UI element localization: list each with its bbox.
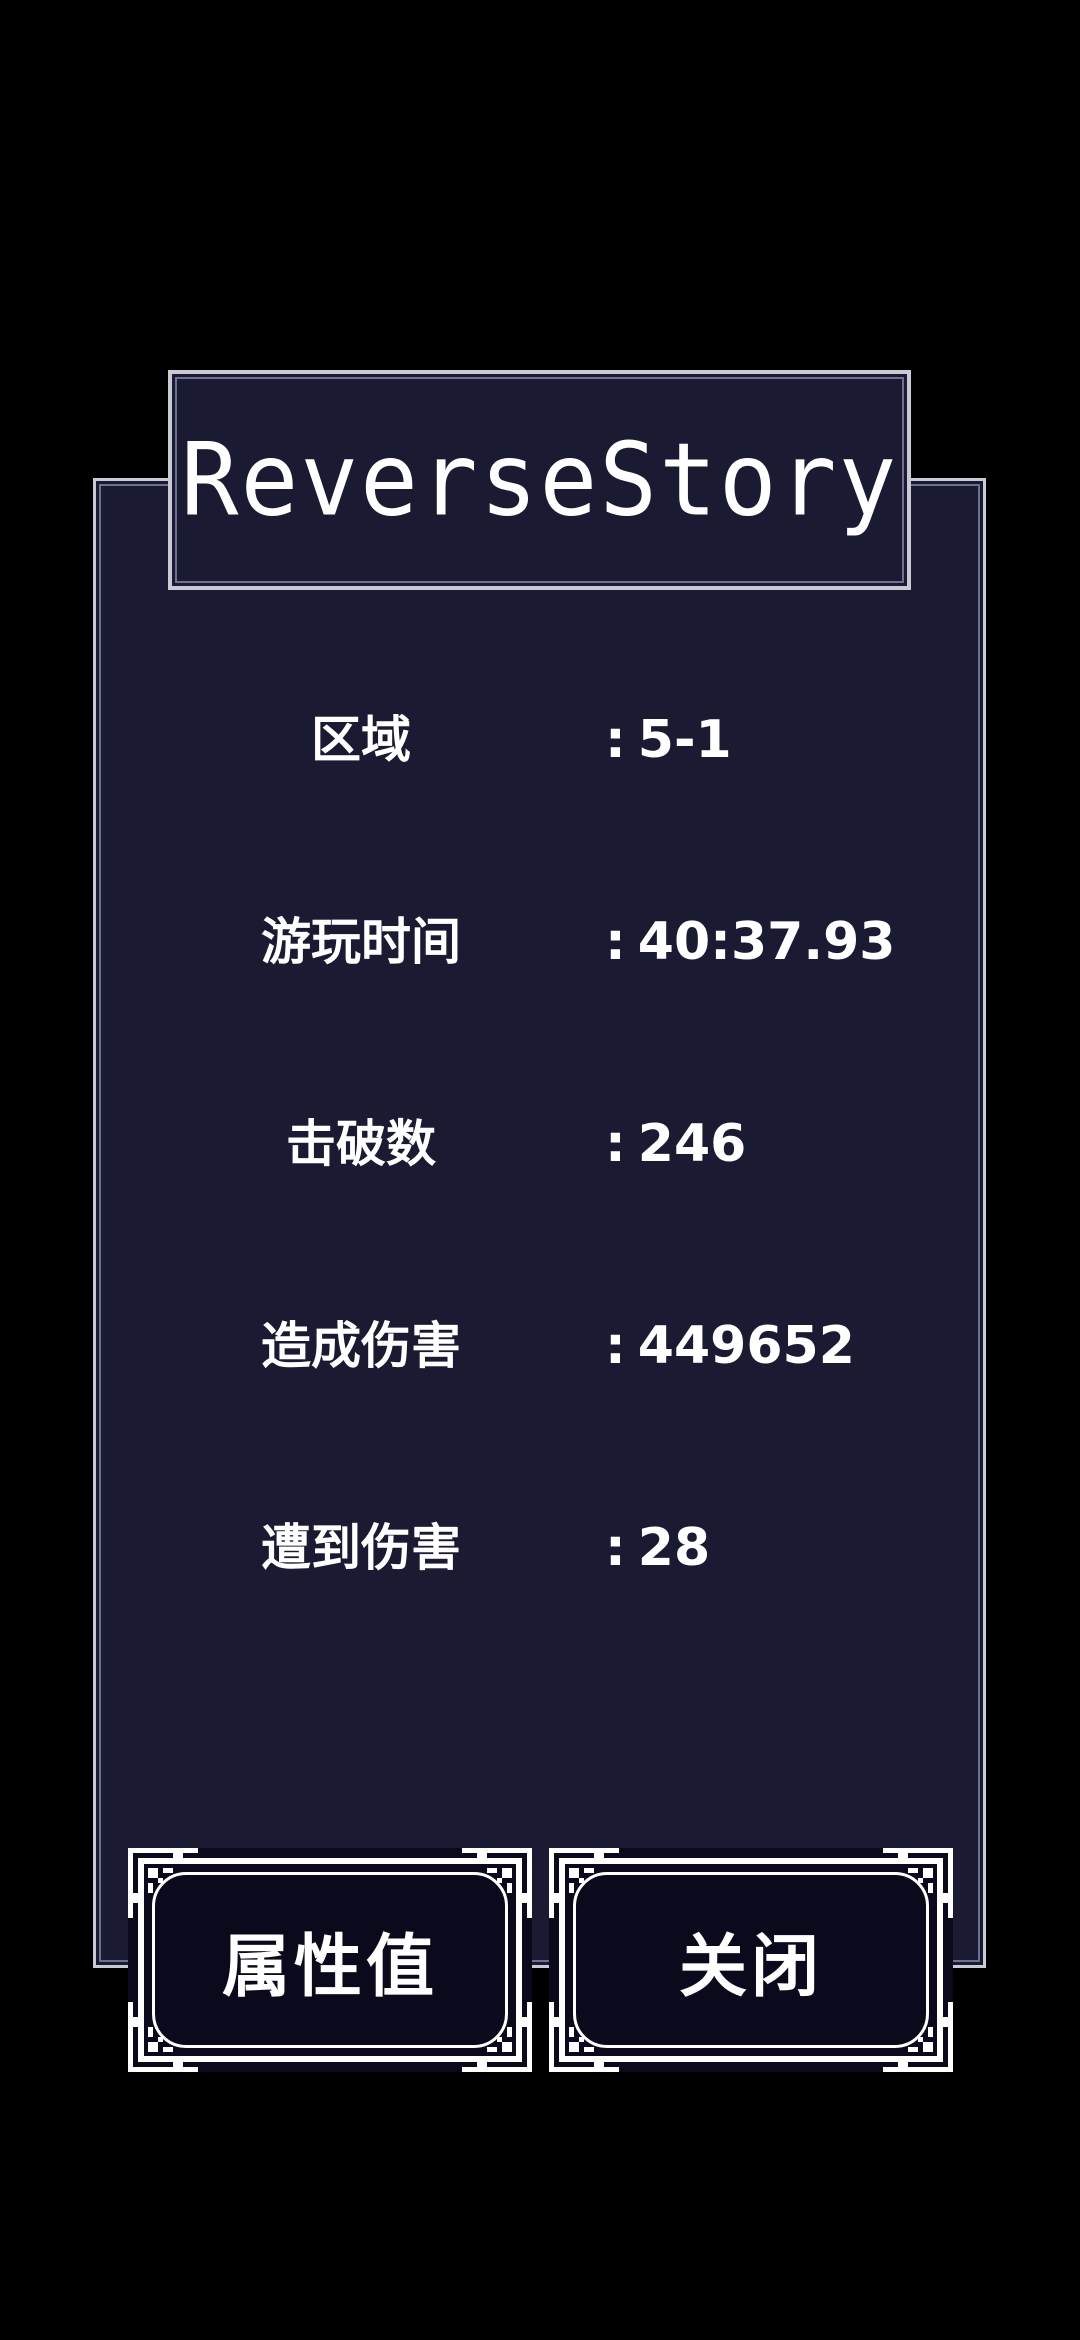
stat-row-playtime: 游玩时间 :40:37.93 <box>0 902 1080 982</box>
stat-row-area: 区域 :5-1 <box>0 700 1080 780</box>
stat-colon: : <box>605 912 626 972</box>
stat-colon: : <box>605 1518 626 1578</box>
stat-value-text: 28 <box>637 1518 711 1578</box>
stat-value-text: 246 <box>637 1114 747 1174</box>
stat-label: 击破数 <box>286 1115 436 1173</box>
stat-value: :449652 <box>605 1306 855 1386</box>
stat-value: :28 <box>605 1508 710 1588</box>
stat-colon: : <box>605 710 626 770</box>
attributes-button[interactable]: 属性值 <box>128 1848 532 2072</box>
stat-label: 游玩时间 <box>261 913 461 971</box>
stat-colon: : <box>605 1316 626 1376</box>
game-title: ReverseStory <box>180 421 899 539</box>
attributes-button-label: 属性值 <box>221 1927 438 2007</box>
stat-value-text: 5-1 <box>637 710 732 770</box>
stat-label: 造成伤害 <box>261 1317 461 1375</box>
stat-value-text: 40:37.93 <box>637 912 896 972</box>
stat-label: 遭到伤害 <box>261 1519 461 1577</box>
stat-row-damage-taken: 遭到伤害 :28 <box>0 1508 1080 1588</box>
stat-value: :5-1 <box>605 700 732 780</box>
stat-label: 区域 <box>311 711 411 769</box>
stat-row-kills: 击破数 :246 <box>0 1104 1080 1184</box>
stat-row-damage-dealt: 造成伤害 :449652 <box>0 1306 1080 1386</box>
close-button-label: 关闭 <box>678 1927 823 2007</box>
stat-value-text: 449652 <box>637 1316 855 1376</box>
stat-colon: : <box>605 1114 626 1174</box>
title-banner: ReverseStory <box>168 370 911 590</box>
stat-value: :40:37.93 <box>605 902 895 982</box>
close-button[interactable]: 关闭 <box>549 1848 953 2072</box>
stat-value: :246 <box>605 1104 746 1184</box>
